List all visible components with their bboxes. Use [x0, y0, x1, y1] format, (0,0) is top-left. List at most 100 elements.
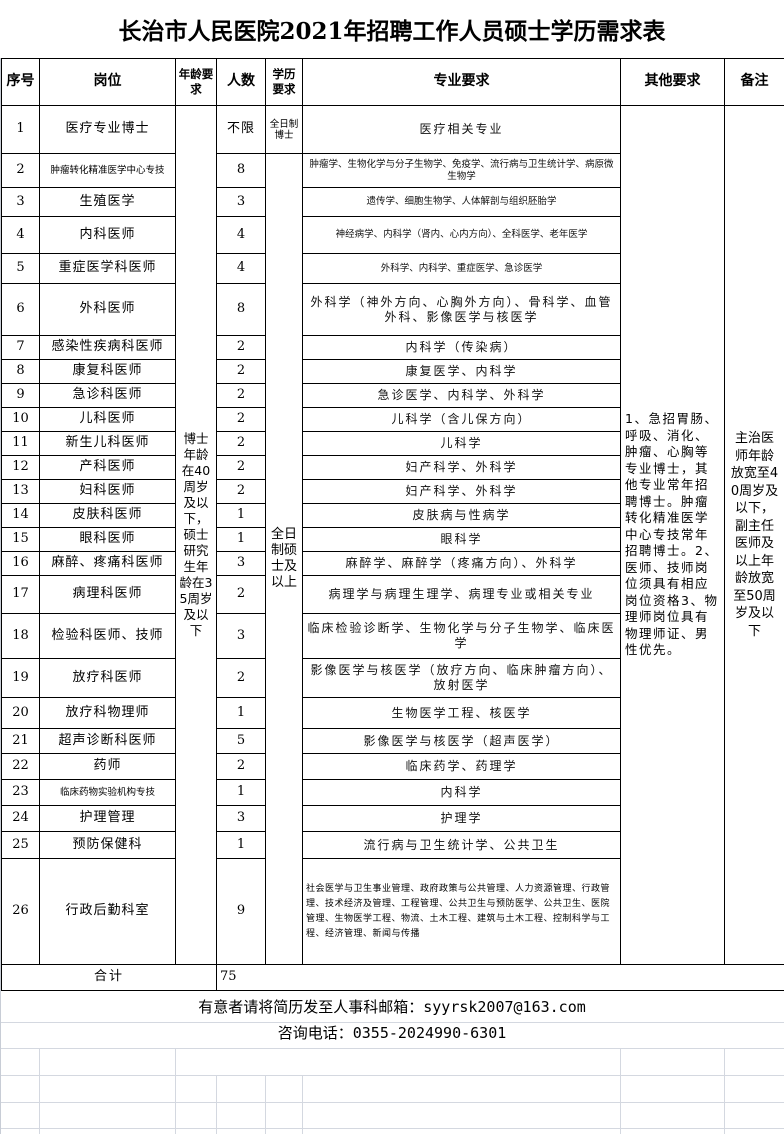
row-position: 放疗科物理师: [39, 697, 176, 729]
row-major: 外科学、内科学、重症医学、急诊医学: [302, 253, 621, 284]
row-count: 4: [216, 216, 266, 254]
header-remark: 备注: [724, 58, 784, 106]
gridline: [620, 1048, 621, 1134]
header-count: 人数: [216, 58, 266, 106]
page-title: 长治市人民医院2021年招聘工作人员硕士学历需求表: [0, 0, 784, 58]
row-count: 3: [216, 805, 266, 832]
header-major: 专业要求: [302, 58, 621, 106]
row-seq: 6: [1, 283, 40, 336]
row-seq: 26: [1, 858, 40, 965]
row-position: 皮肤科医师: [39, 503, 176, 528]
row-position: 产科医师: [39, 455, 176, 480]
gridline: [0, 1075, 784, 1076]
row-position: 妇科医师: [39, 479, 176, 504]
row-major: 神经病学、内科学（肾内、心内方向）、全科医学、老年医学: [302, 216, 621, 254]
row-major: 妇产科学、外科学: [302, 479, 621, 504]
row-seq: 7: [1, 335, 40, 360]
row-count: 3: [216, 613, 266, 659]
row-major: 流行病与卫生统计学、公共卫生: [302, 831, 621, 859]
row-position: 急诊科医师: [39, 383, 176, 408]
row-position: 超声诊断科医师: [39, 728, 176, 754]
row-seq: 15: [1, 527, 40, 552]
row-seq: 19: [1, 658, 40, 698]
row-position: 麻醉、疼痛科医师: [39, 551, 176, 576]
row-seq: 16: [1, 551, 40, 576]
row-major: 急诊医学、内科学、外科学: [302, 383, 621, 408]
row-count: 1: [216, 831, 266, 859]
row-major: 肿瘤学、生物化学与分子生物学、免疫学、流行病与卫生统计学、病原微生物学: [302, 153, 621, 188]
row-position: 放疗科医师: [39, 658, 176, 698]
footer-phone-line: 咨询电话：0355-2024990-6301: [277, 1024, 507, 1042]
row-major: 内科学（传染病）: [302, 335, 621, 360]
row-major: 医疗相关专业: [302, 105, 621, 154]
row-count: 2: [216, 431, 266, 456]
row-position: 感染性疾病科医师: [39, 335, 176, 360]
row-position: 药师: [39, 753, 176, 780]
gridline: [0, 1048, 784, 1049]
row-seq: 1: [1, 105, 40, 154]
row-position: 外科医师: [39, 283, 176, 336]
row-position: 重症医学科医师: [39, 253, 176, 284]
row-count: 1: [216, 697, 266, 729]
row-major: 生物医学工程、核医学: [302, 697, 621, 729]
row-major: 皮肤病与性病学: [302, 503, 621, 528]
row-position: 检验科医师、技师: [39, 613, 176, 659]
row-seq: 23: [1, 779, 40, 806]
row-seq: 21: [1, 728, 40, 754]
row-count: 1: [216, 503, 266, 528]
row-count: 2: [216, 335, 266, 360]
row-seq: 5: [1, 253, 40, 284]
row-major: 康复医学、内科学: [302, 359, 621, 384]
header-education: 学历要求: [265, 58, 303, 106]
row-seq: 22: [1, 753, 40, 780]
other-requirements: 1、急招胃肠、呼吸、消化、肿瘤、心胸等专业博士，其他专业常年招聘博士。肿瘤转化精…: [620, 105, 725, 965]
row-seq: 10: [1, 407, 40, 432]
row-seq: 12: [1, 455, 40, 480]
gridline: [724, 1048, 725, 1134]
education-rest: 全日制硕士及以上: [265, 153, 303, 965]
row-count: 8: [216, 283, 266, 336]
row-count: 9: [216, 858, 266, 965]
row-count: 2: [216, 455, 266, 480]
row-count: 2: [216, 575, 266, 614]
row-count: 4: [216, 253, 266, 284]
row-major: 麻醉学、麻醉学（疼痛方向）、外科学: [302, 551, 621, 576]
row-seq: 20: [1, 697, 40, 729]
row-position: 医疗专业博士: [39, 105, 176, 154]
row-seq: 8: [1, 359, 40, 384]
row-major: 病理学与病理生理学、病理专业或相关专业: [302, 575, 621, 614]
row-position: 肿瘤转化精准医学中心专技: [39, 153, 176, 188]
row-count: 2: [216, 359, 266, 384]
gridline: [0, 1102, 784, 1103]
row-position: 儿科医师: [39, 407, 176, 432]
row-position: 康复科医师: [39, 359, 176, 384]
row-position: 临床药物实验机构专技: [39, 779, 176, 806]
row-position: 护理管理: [39, 805, 176, 832]
gridline: [216, 1075, 217, 1134]
row-position: 预防保健科: [39, 831, 176, 859]
row-seq: 11: [1, 431, 40, 456]
row-major: 外科学（神外方向、心胸外方向）、骨科学、血管外科、影像医学与核医学: [302, 283, 621, 336]
header-other: 其他要求: [620, 58, 725, 106]
gridline: [302, 1075, 303, 1134]
gridline: [0, 1128, 784, 1129]
row-seq: 17: [1, 575, 40, 614]
total-label: 合计: [1, 964, 217, 991]
row-major: 妇产科学、外科学: [302, 455, 621, 480]
row-count: 5: [216, 728, 266, 754]
footer-email-line: 有意者请将简历发至人事科邮箱：syyrsk2007@163.com: [198, 998, 586, 1016]
row-count: 2: [216, 383, 266, 408]
row-major: 儿科学（含儿保方向）: [302, 407, 621, 432]
row-position: 眼科医师: [39, 527, 176, 552]
row-count: 8: [216, 153, 266, 188]
row-major: 影像医学与核医学（超声医学）: [302, 728, 621, 754]
row-major: 眼科学: [302, 527, 621, 552]
gridline: [175, 1048, 176, 1134]
row-position: 新生儿科医师: [39, 431, 176, 456]
row-count: 2: [216, 658, 266, 698]
row-position: 行政后勤科室: [39, 858, 176, 965]
row-position: 生殖医学: [39, 187, 176, 217]
age-requirement: 博士年龄在40周岁及以下，硕士研究生年龄在35周岁及以下: [175, 105, 217, 965]
row-seq: 25: [1, 831, 40, 859]
row-major: 临床药学、药理学: [302, 753, 621, 780]
